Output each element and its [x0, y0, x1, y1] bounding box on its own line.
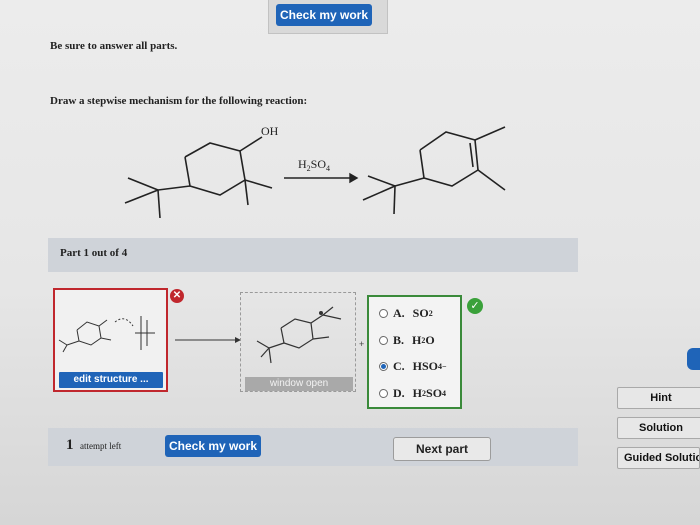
option-d-radio[interactable] [379, 389, 388, 398]
part-label: Part 1 out of 4 [60, 247, 128, 259]
option-a-formula: SO [412, 306, 429, 320]
guided-solution-button[interactable]: Guided Solutio [617, 447, 700, 469]
reagent-label: H2SO4 [298, 157, 330, 173]
option-c-charge: − [442, 362, 447, 371]
side-panel-tab[interactable] [687, 348, 700, 370]
option-d-formula: H [412, 386, 423, 400]
structure-thumbnail [58, 316, 155, 353]
reagent-h: H [298, 157, 307, 171]
footer-band [48, 428, 578, 466]
option-d-sub2: 4 [442, 389, 447, 398]
option-c[interactable]: C. HSO 4− [379, 359, 447, 374]
attempts-text: attempt left [80, 441, 122, 451]
reaction-diagram [124, 126, 506, 219]
intermediate-box: window open [240, 292, 356, 392]
edit-structure-button[interactable]: edit structure ... [59, 372, 163, 388]
option-b-tail: O [425, 333, 435, 347]
page: Check my work Be sure to answer all part… [0, 0, 700, 525]
option-b-radio[interactable] [379, 336, 388, 345]
check-my-work-button[interactable]: Check my work [165, 435, 261, 457]
options-box: A. SO 2 B. H2O C. HSO 4− D. H 2 SO 4 [367, 295, 462, 409]
option-a-letter: A. [393, 306, 405, 320]
option-b[interactable]: B. H2O [379, 333, 435, 348]
mechanism-arrow [175, 337, 241, 343]
reactant-molecule [124, 136, 273, 219]
attempts-number: 1 [66, 437, 74, 453]
hint-button[interactable]: Hint [617, 387, 700, 409]
structure-box[interactable]: edit structure ... [53, 288, 168, 392]
correct-check-icon: ✓ [467, 298, 483, 314]
next-part-button[interactable]: Next part [393, 437, 491, 461]
reagent-sub-4: 4 [326, 164, 331, 173]
option-d-letter: D. [393, 386, 405, 400]
window-open-label: window open [245, 377, 353, 391]
option-a[interactable]: A. SO 2 [379, 306, 433, 321]
option-b-letter: B. [393, 333, 405, 347]
reagent-so: SO [310, 157, 327, 171]
option-b-formula: H [412, 333, 422, 347]
plus-sign: + [359, 339, 365, 349]
option-d[interactable]: D. H 2 SO 4 [379, 386, 446, 401]
intermediate-structure [256, 306, 342, 364]
error-x-icon: ✕ [170, 289, 184, 303]
reaction-arrow [284, 172, 359, 184]
product-molecule [362, 126, 506, 215]
solution-button[interactable]: Solution [617, 417, 700, 439]
option-a-sub: 2 [428, 309, 433, 318]
option-c-formula: HSO [412, 359, 439, 373]
option-c-letter: C. [393, 359, 405, 373]
option-a-radio[interactable] [379, 309, 388, 318]
option-d-tail: SO [426, 386, 443, 400]
substituent-oh-label: OH [261, 124, 279, 138]
part-band [48, 238, 578, 272]
option-c-radio[interactable] [379, 362, 388, 371]
